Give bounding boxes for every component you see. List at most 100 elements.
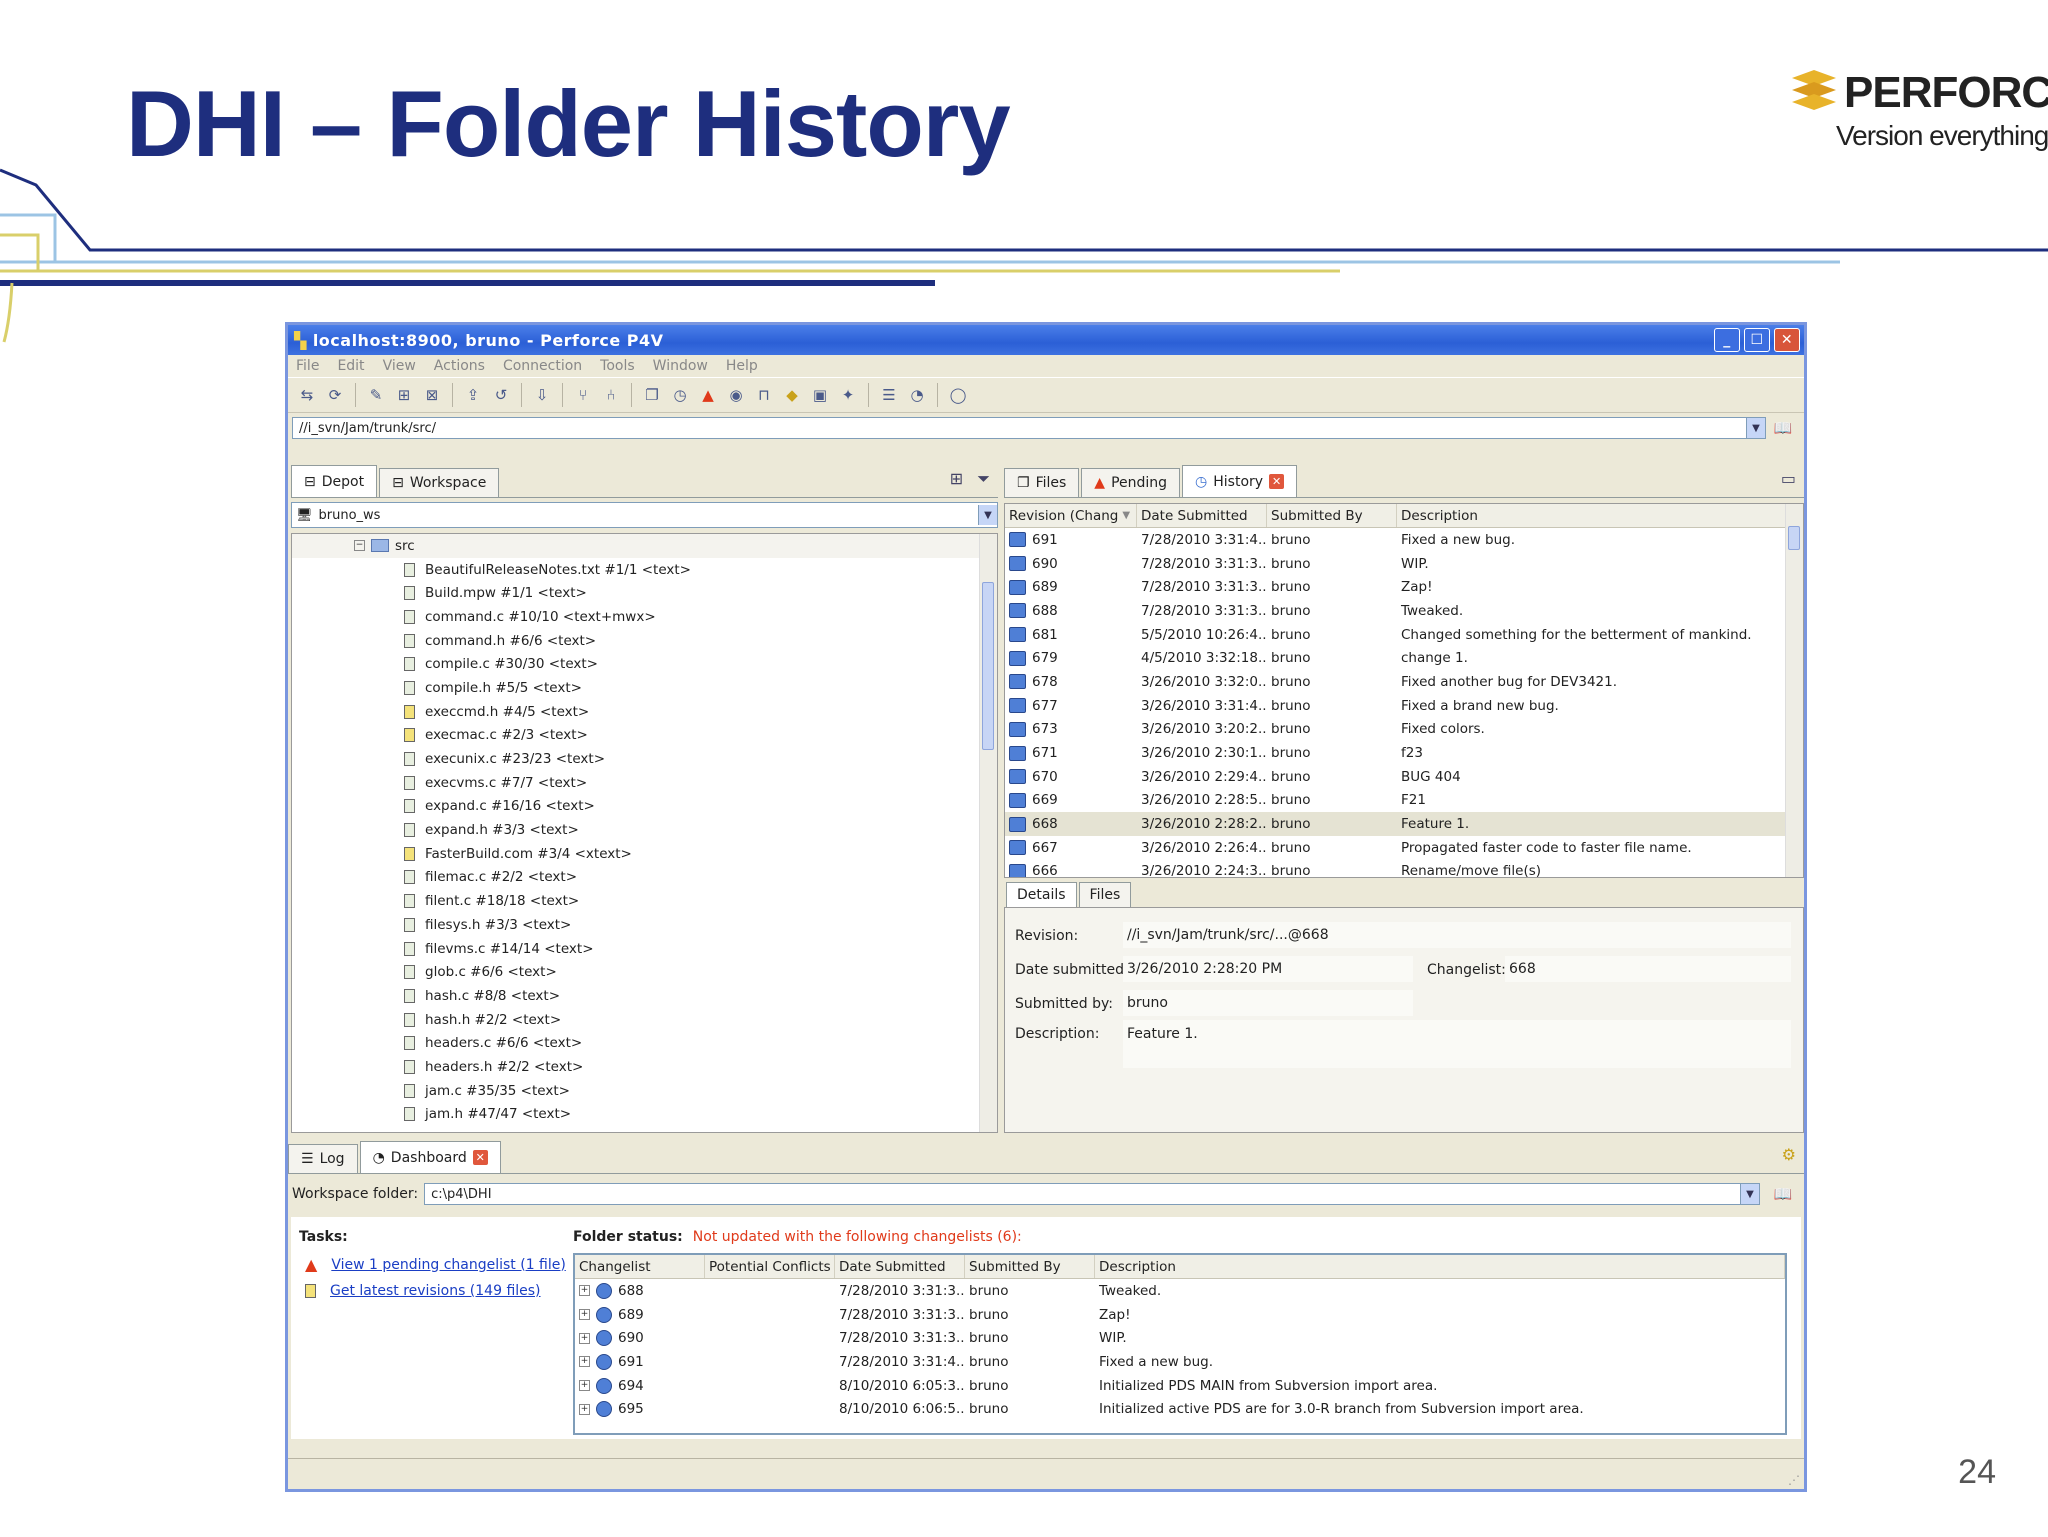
- tab-details-files[interactable]: Files: [1078, 882, 1132, 907]
- history-row[interactable]: 668 3/26/2010 2:28:2... bruno Feature 1.: [1005, 812, 1803, 836]
- dashboard-icon[interactable]: ◔: [906, 384, 928, 406]
- submitted-icon[interactable]: ◉: [725, 384, 747, 406]
- changelist-row[interactable]: +695 8/10/2010 6:06:5... bruno Initialized …: [575, 1397, 1785, 1421]
- changelist-row[interactable]: +689 7/28/2010 3:31:3... bruno Zap!: [575, 1303, 1785, 1327]
- tree-options-icon[interactable]: ⊞: [950, 469, 963, 489]
- log-icon[interactable]: ☰: [878, 384, 900, 406]
- tree-file-item[interactable]: filesys.h #3/3 <text>: [292, 913, 997, 937]
- pane-menu-icon[interactable]: ▭: [1781, 469, 1796, 488]
- tab-dashboard[interactable]: ◔ Dashboard ✕: [359, 1141, 501, 1173]
- tree-scrollbar[interactable]: [979, 534, 997, 1132]
- history-row[interactable]: 671 3/26/2010 2:30:1... bruno f23: [1005, 741, 1803, 765]
- labels-icon[interactable]: ◆: [781, 384, 803, 406]
- settings-icon[interactable]: ⚙: [1782, 1145, 1796, 1164]
- col-cl-by[interactable]: Submitted By: [965, 1255, 1095, 1278]
- tree-file-item[interactable]: jam.c #35/35 <text>: [292, 1079, 997, 1103]
- menu-actions[interactable]: Actions: [434, 358, 485, 374]
- tree-file-item[interactable]: execunix.c #23/23 <text>: [292, 747, 997, 771]
- close-window-button[interactable]: ✕: [1774, 328, 1800, 352]
- maximize-button[interactable]: ☐: [1744, 328, 1770, 352]
- tree-root[interactable]: − src: [292, 534, 997, 558]
- tree-file-item[interactable]: hash.c #8/8 <text>: [292, 984, 997, 1008]
- history-row[interactable]: 673 3/26/2010 3:20:2... bruno Fixed colors.: [1005, 718, 1803, 742]
- menu-edit[interactable]: Edit: [337, 358, 364, 374]
- expand-icon[interactable]: +: [579, 1380, 590, 1392]
- tree-file-item[interactable]: execmac.c #2/3 <text>: [292, 724, 997, 748]
- tree-file-item[interactable]: expand.h #3/3 <text>: [292, 818, 997, 842]
- history-row[interactable]: 669 3/26/2010 2:28:5... bruno F21: [1005, 789, 1803, 813]
- tree-file-item[interactable]: expand.c #16/16 <text>: [292, 795, 997, 819]
- history-row[interactable]: 666 3/26/2010 2:24:3... bruno Rename/move f…: [1005, 860, 1803, 877]
- menu-file[interactable]: File: [296, 358, 319, 374]
- tree-file-item[interactable]: execvms.c #7/7 <text>: [292, 771, 997, 795]
- history-scrollbar[interactable]: [1785, 504, 1803, 877]
- history-row[interactable]: 688 7/28/2010 3:31:3... bruno Tweaked.: [1005, 599, 1803, 623]
- expand-icon[interactable]: +: [579, 1356, 590, 1368]
- submit-icon[interactable]: ⇪: [462, 384, 484, 406]
- history-row[interactable]: 678 3/26/2010 3:32:0... bruno Fixed another…: [1005, 670, 1803, 694]
- expand-icon[interactable]: +: [579, 1332, 590, 1344]
- tab-pending[interactable]: ▲ Pending: [1081, 468, 1181, 497]
- col-conflicts[interactable]: Potential Conflicts: [705, 1255, 835, 1278]
- tab-depot[interactable]: ⊟ Depot: [291, 465, 378, 497]
- tab-workspace[interactable]: ⊟ Workspace: [379, 468, 500, 497]
- workspace-dropdown-arrow[interactable]: ▼: [978, 505, 997, 525]
- tree-file-item[interactable]: compile.c #30/30 <text>: [292, 652, 997, 676]
- tree-file-item[interactable]: BeautifulReleaseNotes.txt #1/1 <text>: [292, 558, 997, 582]
- tree-scroll-thumb[interactable]: [982, 582, 994, 750]
- changelist-row[interactable]: +690 7/28/2010 3:31:3... bruno WIP.: [575, 1326, 1785, 1350]
- path-input[interactable]: //i_svn/Jam/trunk/src/ ▼: [292, 417, 1766, 439]
- expand-icon[interactable]: +: [579, 1285, 590, 1297]
- menu-help[interactable]: Help: [726, 358, 758, 374]
- changelist-row[interactable]: +688 7/28/2010 3:31:3... bruno Tweaked.: [575, 1279, 1785, 1303]
- col-changelist[interactable]: Changelist: [575, 1255, 705, 1278]
- tree-file-item[interactable]: execcmd.h #4/5 <text>: [292, 700, 997, 724]
- menu-window[interactable]: Window: [653, 358, 708, 374]
- branches-icon[interactable]: ⊓: [753, 384, 775, 406]
- changelist-row[interactable]: +691 7/28/2010 3:31:4... bruno Fixed a new …: [575, 1350, 1785, 1374]
- close-tab-icon[interactable]: ✕: [1269, 474, 1285, 489]
- history-row[interactable]: 681 5/5/2010 10:26:4... bruno Changed somet…: [1005, 623, 1803, 647]
- pending-icon[interactable]: ▲: [697, 384, 719, 406]
- jobs-icon[interactable]: ✦: [837, 384, 859, 406]
- col-date[interactable]: Date Submitted: [1137, 504, 1267, 527]
- tree-file-item[interactable]: jam.h #47/47 <text>: [292, 1103, 997, 1127]
- checkout-icon[interactable]: ✎: [365, 384, 387, 406]
- tree-file-item[interactable]: filevms.c #14/14 <text>: [292, 937, 997, 961]
- history-row[interactable]: 689 7/28/2010 3:31:3... bruno Zap!: [1005, 575, 1803, 599]
- minimize-button[interactable]: _: [1714, 328, 1740, 352]
- collapse-icon[interactable]: −: [354, 540, 365, 552]
- history-row[interactable]: 670 3/26/2010 2:29:4... bruno BUG 404: [1005, 765, 1803, 789]
- workspace-folder-input[interactable]: c:\p4\DHI ▼: [424, 1183, 1760, 1205]
- files-icon[interactable]: ❐: [641, 384, 663, 406]
- delete-icon[interactable]: ⊠: [421, 384, 443, 406]
- tree-file-item[interactable]: compile.h #5/5 <text>: [292, 676, 997, 700]
- menu-connection[interactable]: Connection: [503, 358, 582, 374]
- connect-icon[interactable]: ⇆: [296, 384, 318, 406]
- tree-file-item[interactable]: Build.mpw #1/1 <text>: [292, 581, 997, 605]
- status-resize-grip[interactable]: ⋰: [1788, 1473, 1800, 1487]
- tree-file-item[interactable]: filent.c #18/18 <text>: [292, 889, 997, 913]
- get-latest-icon[interactable]: ⇩: [531, 384, 553, 406]
- col-cl-date[interactable]: Date Submitted: [835, 1255, 965, 1278]
- workspaces-icon[interactable]: ▣: [809, 384, 831, 406]
- get-latest-link[interactable]: Get latest revisions (149 files): [330, 1283, 541, 1299]
- history-row[interactable]: 691 7/28/2010 3:31:4... bruno Fixed a new b…: [1005, 528, 1803, 552]
- menu-tools[interactable]: Tools: [600, 358, 635, 374]
- window-titlebar[interactable]: ▚ localhost:8900, bruno - Perforce P4V _…: [288, 325, 1804, 355]
- tree-file-item[interactable]: FasterBuild.com #3/4 <xtext>: [292, 842, 997, 866]
- col-description[interactable]: Description: [1397, 504, 1803, 527]
- menu-view[interactable]: View: [383, 358, 416, 374]
- add-icon[interactable]: ⊞: [393, 384, 415, 406]
- tab-details[interactable]: Details: [1006, 882, 1077, 907]
- bookmarks-icon[interactable]: 📖: [1766, 419, 1800, 437]
- history-scroll-thumb[interactable]: [1788, 526, 1800, 550]
- tab-history[interactable]: ◷ History ✕: [1182, 465, 1298, 497]
- col-submitted-by[interactable]: Submitted By: [1267, 504, 1397, 527]
- close-dashboard-icon[interactable]: ✕: [472, 1150, 488, 1165]
- history-icon[interactable]: ◷: [669, 384, 691, 406]
- branch-icon[interactable]: ⑂: [572, 384, 594, 406]
- expand-icon[interactable]: +: [579, 1403, 590, 1415]
- tree-file-item[interactable]: filemac.c #2/2 <text>: [292, 866, 997, 890]
- changelist-row[interactable]: +694 8/10/2010 6:05:3... bruno Initialized …: [575, 1374, 1785, 1398]
